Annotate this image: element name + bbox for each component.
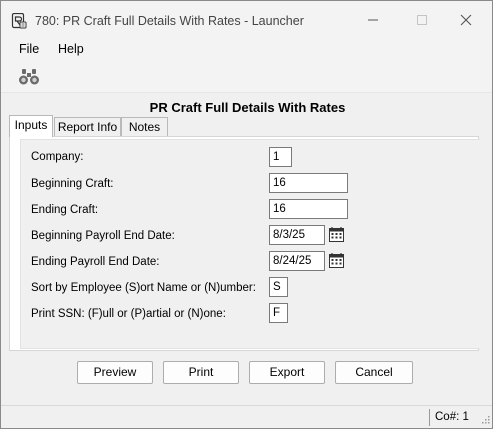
ending-craft-label: Ending Craft: xyxy=(31,204,99,216)
sort-by-employee-input[interactable]: S xyxy=(269,277,288,297)
status-separator xyxy=(429,409,430,426)
menu-help[interactable]: Help xyxy=(58,42,84,56)
title-bar: 780: PR Craft Full Details With Rates - … xyxy=(1,1,492,39)
binoculars-icon[interactable] xyxy=(18,68,40,86)
close-button[interactable] xyxy=(456,11,476,31)
print-ssn-input[interactable]: F xyxy=(269,303,288,323)
tab-report-info[interactable]: Report Info xyxy=(54,117,121,137)
calendar-icon[interactable] xyxy=(328,226,345,243)
ending-craft-input[interactable]: 16 xyxy=(269,199,348,219)
close-icon xyxy=(460,14,472,26)
beginning-craft-label: Beginning Craft: xyxy=(31,178,114,190)
cancel-button[interactable]: Cancel xyxy=(335,361,413,384)
minimize-button[interactable] xyxy=(363,11,383,31)
maximize-button[interactable] xyxy=(412,11,432,31)
tab-inputs[interactable]: Inputs xyxy=(9,115,53,137)
calendar-icon[interactable] xyxy=(328,252,345,269)
company-label: Company: xyxy=(31,151,84,163)
ending-payroll-end-date-label: Ending Payroll End Date: xyxy=(31,256,160,268)
window-title: 780: PR Craft Full Details With Rates - … xyxy=(35,14,304,28)
status-bar: Co#: 1 xyxy=(1,405,492,428)
form-title-text: PR Craft Full Details With Rates xyxy=(149,100,346,115)
form-title: PR Craft Full Details With Rates xyxy=(1,100,492,115)
resize-grip-icon[interactable] xyxy=(480,416,490,426)
sort-by-employee-label: Sort by Employee (S)ort Name or (N)umber… xyxy=(31,282,256,294)
export-button[interactable]: Export xyxy=(249,361,325,384)
minimize-icon xyxy=(368,19,378,21)
menu-file[interactable]: File xyxy=(19,42,39,56)
beginning-payroll-end-date-label: Beginning Payroll End Date: xyxy=(31,230,175,242)
toolbar xyxy=(1,61,492,93)
print-ssn-label: Print SSN: (F)ull or (P)artial or (N)one… xyxy=(31,308,226,320)
company-status: Co#: 1 xyxy=(435,411,469,423)
company-input[interactable]: 1 xyxy=(269,147,292,167)
launcher-window: 780: PR Craft Full Details With Rates - … xyxy=(0,0,493,429)
ending-payroll-end-date-input[interactable]: 8/24/25 xyxy=(269,251,325,271)
app-icon xyxy=(11,13,27,29)
menu-bar: File Help xyxy=(1,39,492,61)
print-button[interactable]: Print xyxy=(163,361,239,384)
maximize-icon xyxy=(417,15,427,25)
preview-button[interactable]: Preview xyxy=(77,361,153,384)
beginning-payroll-end-date-input[interactable]: 8/3/25 xyxy=(269,225,325,245)
tab-notes[interactable]: Notes xyxy=(121,117,168,137)
beginning-craft-input[interactable]: 16 xyxy=(269,173,348,193)
